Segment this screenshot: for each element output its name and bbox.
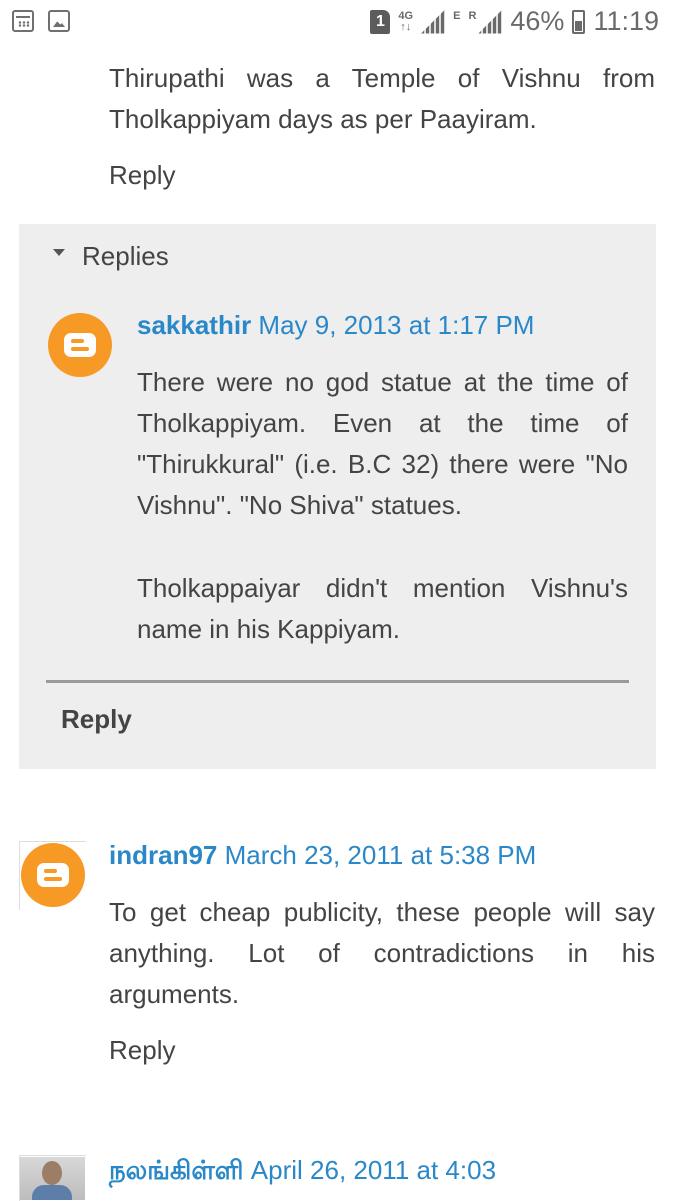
network-e-label: E — [453, 10, 461, 22]
battery-percent: 46% — [510, 6, 565, 36]
status-bar: 1 4G ↑↓ E R 46% 11:19 — [0, 0, 675, 46]
clock: 11:19 — [593, 6, 659, 36]
network-activity-label: ↑↓ — [400, 20, 412, 33]
network-type-icon: 4G ↑↓ — [398, 9, 414, 33]
reply-link[interactable]: Reply — [109, 155, 175, 196]
blogger-avatar-icon[interactable] — [48, 313, 112, 377]
network-type-label: 4G — [398, 9, 414, 22]
replies-toggle[interactable]: Replies — [82, 236, 169, 277]
comment-date-link[interactable]: March 23, 2011 at 5:38 PM — [225, 840, 537, 870]
blogger-avatar-icon[interactable] — [21, 843, 85, 907]
divider — [46, 680, 629, 683]
calendar-icon — [12, 10, 34, 32]
reply-button[interactable]: Reply — [61, 699, 132, 740]
reply-body-paragraph: There were no god statue at the time of … — [137, 367, 628, 520]
collapse-triangle-icon[interactable] — [53, 249, 65, 256]
comment-date-link[interactable]: April 26, 2011 at 4:03 — [251, 1155, 496, 1185]
reply-author-link[interactable]: sakkathir — [137, 310, 251, 340]
reply-body-paragraph-2: Tholkappaiyar didn't mention Vishnu's na… — [137, 573, 628, 644]
comment-body: Thirupathi was a Temple of Vishnu from T… — [109, 63, 655, 134]
system-icons: 1 4G ↑↓ E R 46% 11:19 — [370, 6, 659, 37]
comment-header: indran97 March 23, 2011 at 5:38 PM — [109, 835, 536, 876]
comment-header: நலங்கிள்ளி April 26, 2011 at 4:03 — [109, 1150, 496, 1191]
reply-link[interactable]: Reply — [109, 1030, 175, 1071]
notification-icons — [12, 10, 70, 32]
gallery-icon — [48, 10, 70, 32]
sim-slot-icon: 1 — [370, 9, 391, 34]
signal-icon — [421, 10, 445, 34]
comment-body: To get cheap publicity, these people wil… — [109, 897, 655, 1009]
reply-header: sakkathir May 9, 2013 at 1:17 PM — [137, 305, 534, 346]
comment-author-link[interactable]: நலங்கிள்ளி — [109, 1155, 244, 1185]
reply-date-link[interactable]: May 9, 2013 at 1:17 PM — [258, 310, 534, 340]
comment-author-link[interactable]: indran97 — [109, 840, 217, 870]
signal-icon-2 — [478, 10, 502, 34]
battery-icon — [572, 9, 586, 34]
roaming-label: R — [468, 10, 477, 22]
user-photo-avatar[interactable] — [20, 1157, 85, 1200]
